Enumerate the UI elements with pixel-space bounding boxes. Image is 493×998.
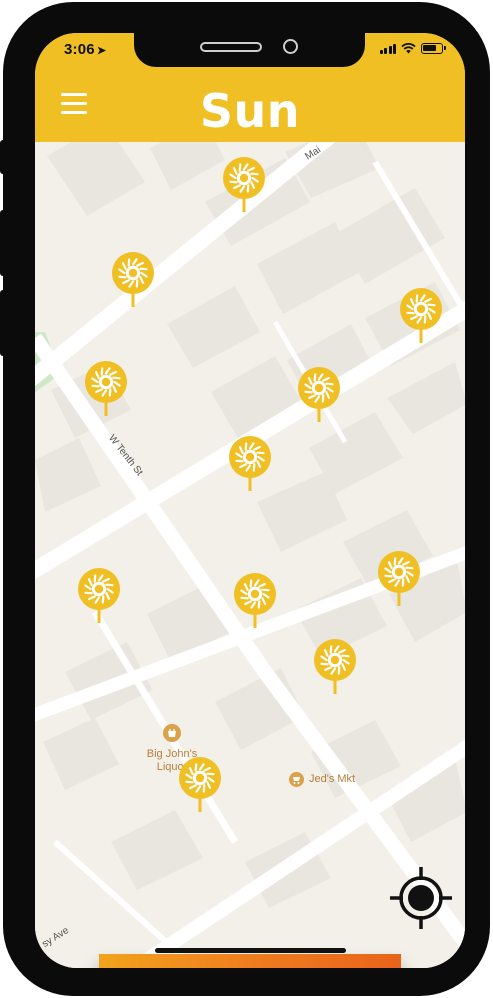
sun-bike-pin-icon[interactable]	[233, 572, 277, 632]
market-icon	[289, 772, 304, 787]
sun-bike-pin-icon[interactable]	[77, 567, 121, 627]
cellular-signal-icon	[379, 43, 396, 54]
front-camera	[283, 39, 298, 54]
phone-volume-up	[0, 210, 6, 276]
status-time: 3:06 ➤	[64, 41, 106, 58]
sun-bike-pin-icon[interactable]	[297, 366, 341, 426]
poi-jeds-mkt[interactable]: Jed's Mkt	[289, 772, 355, 787]
sun-bike-pin-icon[interactable]	[228, 435, 272, 495]
map-view[interactable]: W Tenth St Mai sy Ave Big John's Liquor …	[35, 142, 465, 968]
battery-icon	[421, 43, 446, 54]
app-title: Sun	[199, 84, 301, 138]
liquor-store-icon	[163, 724, 181, 742]
sun-bike-pin-icon[interactable]	[399, 287, 443, 347]
phone-volume-down	[0, 290, 6, 356]
start-ride-button[interactable]: Start Ride!	[99, 954, 401, 968]
sun-bike-pin-icon[interactable]	[111, 251, 155, 311]
wifi-icon	[401, 43, 416, 54]
status-icons	[379, 43, 446, 54]
sun-bike-pin-icon[interactable]	[313, 638, 357, 698]
phone-side-button	[0, 140, 6, 174]
home-indicator[interactable]	[155, 948, 346, 953]
camera-notch	[134, 33, 365, 67]
app-screen: 3:06 ➤ Sun W Tenth St Mai sy Ave Big Joh…	[35, 33, 465, 968]
sun-bike-pin-icon[interactable]	[178, 756, 222, 816]
sun-bike-pin-icon[interactable]	[84, 360, 128, 420]
my-location-button[interactable]	[388, 865, 454, 931]
location-arrow-icon: ➤	[96, 45, 107, 57]
app-header: Sun	[35, 65, 465, 142]
poi-name: Jed's Mkt	[309, 773, 356, 785]
speaker-grille	[200, 42, 262, 52]
sun-bike-pin-icon[interactable]	[222, 156, 266, 216]
status-time-text: 3:06	[64, 41, 95, 58]
sun-bike-pin-icon[interactable]	[377, 550, 421, 610]
